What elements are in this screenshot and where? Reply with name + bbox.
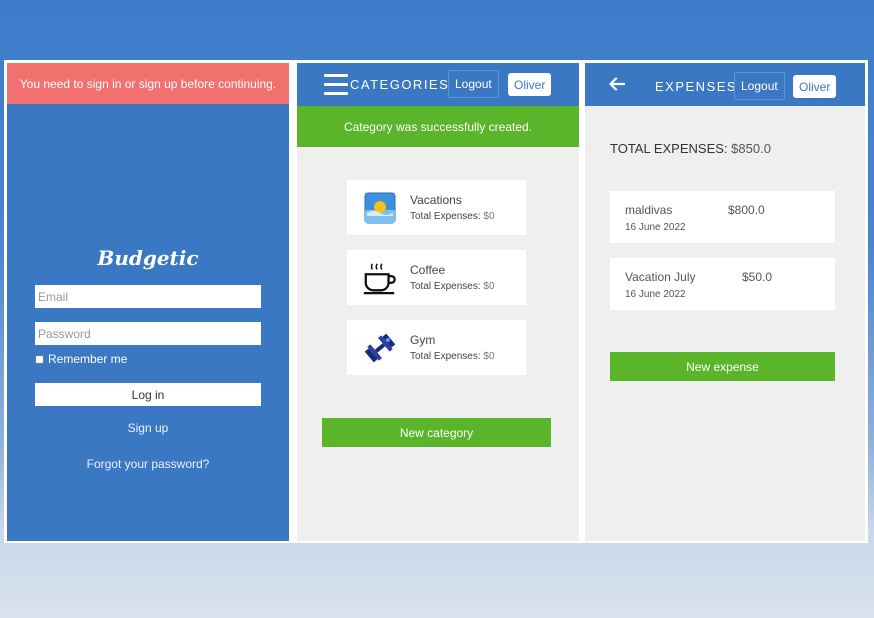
coffee-cup-icon xyxy=(362,260,398,296)
new-expense-button[interactable]: New expense xyxy=(610,352,835,381)
expense-name: Vacation July xyxy=(625,270,696,284)
expense-item[interactable]: maldivas $800.0 16 June 2022 xyxy=(610,191,835,243)
expenses-value: $0 xyxy=(483,351,495,362)
beach-sun-icon xyxy=(362,190,398,226)
expenses-screen: EXPENSES Logout Oliver TOTAL EXPENSES: $… xyxy=(585,63,865,541)
expense-item[interactable]: Vacation July $50.0 16 June 2022 xyxy=(610,258,835,310)
remember-me-checkbox[interactable] xyxy=(35,354,44,364)
login-screen: You need to sign in or sign up before co… xyxy=(7,63,289,541)
user-button[interactable]: Oliver xyxy=(508,73,552,96)
expenses-label: Total Expenses: xyxy=(410,211,481,222)
email-field[interactable] xyxy=(35,285,261,308)
categories-screen: CATEGORIES Logout Oliver Category was su… xyxy=(297,63,579,541)
category-name: Gym xyxy=(410,333,436,347)
category-card-gym[interactable]: Gym Total Expenses: $0 xyxy=(347,320,526,375)
success-notice: Category was successfully created. xyxy=(297,106,579,147)
expense-date: 16 June 2022 xyxy=(625,222,686,233)
login-button[interactable]: Log in xyxy=(35,383,261,406)
total-expenses: TOTAL EXPENSES: $850.0 xyxy=(610,141,771,156)
expenses-value: $0 xyxy=(483,211,495,222)
new-category-button[interactable]: New category xyxy=(322,418,551,447)
remember-me[interactable]: Remember me xyxy=(35,352,127,366)
back-arrow-icon[interactable] xyxy=(609,77,626,96)
remember-me-label: Remember me xyxy=(48,352,128,366)
user-button[interactable]: Oliver xyxy=(793,75,837,98)
page-title: CATEGORIES xyxy=(350,77,450,92)
categories-navbar: CATEGORIES Logout Oliver xyxy=(297,63,579,106)
category-name: Coffee xyxy=(410,263,446,277)
page-title: EXPENSES xyxy=(655,79,738,94)
dumbbell-icon xyxy=(362,330,398,366)
logout-button[interactable]: Logout xyxy=(448,70,499,98)
logout-button[interactable]: Logout xyxy=(734,72,785,100)
expense-amount: $50.0 xyxy=(742,270,773,284)
hamburger-menu-icon[interactable] xyxy=(324,74,348,95)
signin-alert: You need to sign in or sign up before co… xyxy=(7,63,289,104)
total-expenses-value: $850.0 xyxy=(731,141,771,156)
expenses-label: Total Expenses: xyxy=(410,351,481,362)
expense-date: 16 June 2022 xyxy=(625,289,686,300)
category-card-coffee[interactable]: Coffee Total Expenses: $0 xyxy=(347,250,526,305)
forgot-password-link[interactable]: Forgot your password? xyxy=(7,457,289,471)
expenses-label: Total Expenses: xyxy=(410,281,481,292)
brand-logo: Budgetic xyxy=(97,246,199,270)
expenses-value: $0 xyxy=(483,281,495,292)
signup-link[interactable]: Sign up xyxy=(7,421,289,435)
expenses-navbar: EXPENSES Logout Oliver xyxy=(585,63,865,106)
expense-amount: $800.0 xyxy=(728,203,765,217)
expense-name: maldivas xyxy=(625,203,673,217)
category-card-vacations[interactable]: Vacations Total Expenses: $0 xyxy=(347,180,526,235)
total-expenses-label: TOTAL EXPENSES: xyxy=(610,141,728,156)
category-name: Vacations xyxy=(410,193,462,207)
password-field[interactable] xyxy=(35,322,261,345)
